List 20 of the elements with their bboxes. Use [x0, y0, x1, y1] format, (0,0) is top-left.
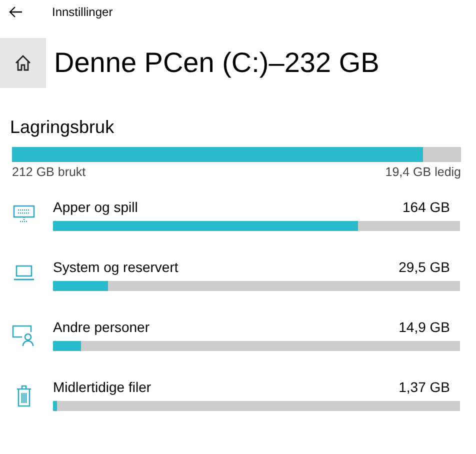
- category-size: 164 GB: [402, 199, 450, 215]
- category-size: 29,5 GB: [398, 259, 450, 275]
- home-button[interactable]: [0, 38, 46, 88]
- back-icon[interactable]: [9, 6, 23, 18]
- free-label: 19,4 GB ledig: [385, 165, 461, 179]
- category-name[interactable]: Apper og spill: [53, 199, 138, 215]
- used-label: 212 GB brukt: [12, 165, 86, 179]
- page-title: Denne PCen (C:)–232 GB: [54, 47, 380, 79]
- category-size: 14,9 GB: [398, 319, 450, 335]
- category-size: 1,37 GB: [398, 379, 450, 395]
- trash-icon: [16, 385, 32, 407]
- monitor-keyboard-icon: [12, 205, 34, 223]
- section-heading: Lagringsbruk: [10, 117, 116, 139]
- category-name[interactable]: Midlertidige filer: [53, 379, 152, 395]
- category-name[interactable]: Andre personer: [53, 319, 150, 335]
- screen-person-icon: [12, 325, 36, 347]
- category-name[interactable]: System og reservert: [53, 259, 178, 275]
- laptop-icon: [12, 265, 34, 281]
- window-title: Innstillinger: [52, 5, 113, 19]
- home-icon: [14, 54, 32, 72]
